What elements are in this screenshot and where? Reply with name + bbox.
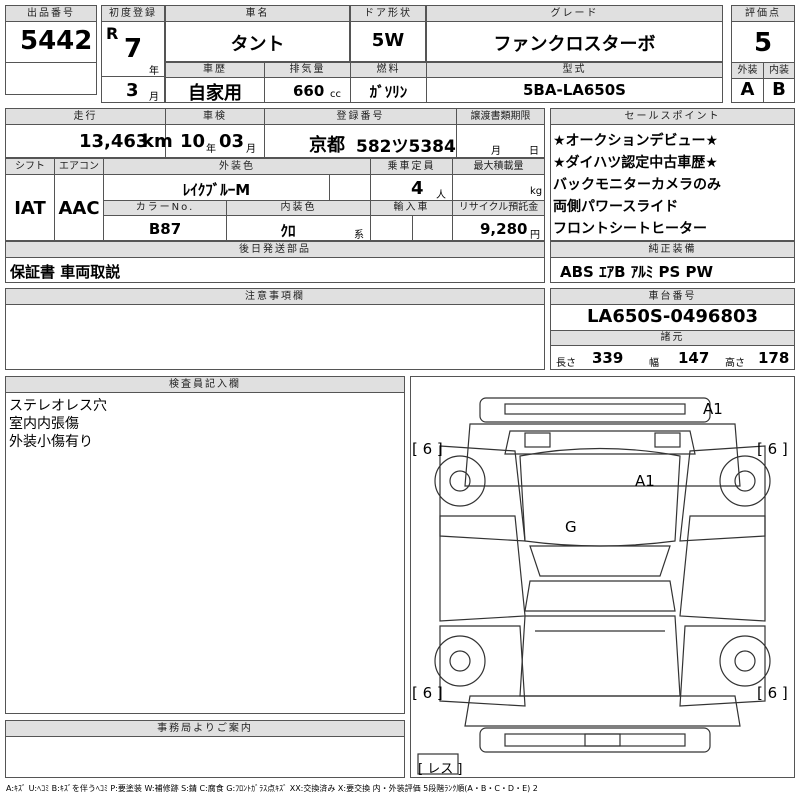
- year-unit: 年: [149, 66, 159, 77]
- tire-front-right: [ 6 ]: [757, 684, 788, 702]
- fuel: ｶﾞｿﾘﾝ: [369, 83, 408, 101]
- plate-number: 582ツ5384: [356, 137, 456, 157]
- shift-header: シフト: [6, 159, 54, 174]
- mileage-header: 走行: [6, 109, 165, 124]
- aircon-value: AAC: [58, 198, 100, 219]
- capacity-value: 4: [411, 178, 424, 199]
- car-history-header: 車歴: [166, 63, 264, 77]
- legend: A:ｷｽﾞ U:ﾍｺﾐ B:ｷｽﾞを伴うﾍｺﾐ P:要塗装 W:補修跡 S:錆 …: [6, 784, 538, 793]
- color-no-header: カラーNo.: [104, 201, 226, 215]
- chassis-header: 車台番号: [551, 289, 794, 304]
- int-color-unit: 系: [354, 230, 364, 241]
- height-value: 178: [758, 349, 790, 367]
- spare-tire-label: [ レス ]: [418, 762, 463, 777]
- sales-point-4: 両側パワースライド: [553, 199, 679, 215]
- model-header: 型式: [427, 63, 722, 77]
- recycle-header: リサイクル預託金: [453, 201, 544, 215]
- grade-header: グレード: [427, 6, 722, 21]
- capacity-header: 乗車定員: [371, 159, 452, 174]
- sales-point-5: フロントシートヒーター: [553, 221, 707, 237]
- chassis-number: LA650S-0496803: [586, 306, 759, 327]
- transfer-day-unit: 日: [529, 146, 539, 157]
- sales-point-3: バックモニターカメラのみ: [553, 177, 721, 193]
- interior-score: B: [772, 79, 786, 100]
- int-color-header: 内装色: [227, 201, 370, 215]
- inspection-year-unit: 年: [206, 144, 216, 155]
- inspector-note-3: 外装小傷有り: [9, 434, 93, 450]
- tire-rear-right: [ 6 ]: [757, 440, 788, 458]
- first-registration-month: 3: [126, 80, 139, 101]
- inspection-month-unit: 月: [246, 144, 256, 155]
- era-label: R: [106, 24, 119, 43]
- damage-mark-glass: G: [565, 518, 577, 536]
- later-items-value: 保証書 車両取説: [10, 263, 121, 281]
- height-label: 高さ: [725, 358, 745, 369]
- inspection-month: 03: [219, 131, 245, 152]
- first-registration-header: 初度登録: [102, 6, 164, 21]
- car-outline: [417, 397, 771, 775]
- lot-number: 5442: [20, 26, 93, 56]
- aircon-header: エアコン: [55, 159, 103, 174]
- int-color-value: ｸﾛ: [280, 222, 296, 240]
- inspection-header: 車検: [166, 109, 264, 124]
- inspector-header: 検査員記入欄: [6, 377, 404, 392]
- std-equipment-value: ABS ｴｱB ｱﾙﾐ PS PW: [560, 263, 714, 281]
- grade: ファンクロスターボ: [493, 34, 656, 55]
- tire-rear-left: [ 6 ]: [412, 440, 443, 458]
- car-name-header: 車名: [166, 6, 349, 21]
- tire-front-left: [ 6 ]: [412, 684, 443, 702]
- std-equipment-header: 純正装備: [551, 242, 794, 257]
- transfer-deadline-header: 譲渡書類期限: [457, 109, 544, 124]
- plate-header: 登録番号: [265, 109, 456, 124]
- width-value: 147: [678, 349, 710, 367]
- inspector-note-1: ステレオレス穴: [9, 398, 107, 414]
- mileage-unit: km: [142, 131, 173, 152]
- sales-points-header: セールスポイント: [551, 109, 794, 124]
- displacement-header: 排気量: [265, 63, 350, 77]
- mileage-value: 13,463: [79, 131, 149, 152]
- month-unit: 月: [149, 92, 159, 103]
- door-header: ドア形状: [351, 6, 425, 21]
- interior-header: 内装: [764, 63, 794, 78]
- displacement: 660: [293, 82, 325, 100]
- sales-point-2: ★ダイハツ認定中古車歴★: [553, 155, 718, 171]
- model-code: 5BA-LA650S: [523, 81, 626, 99]
- sales-point-1: ★オークションデビュー★: [553, 133, 719, 149]
- width-label: 幅: [649, 358, 659, 369]
- shift-value: IAT: [14, 198, 46, 219]
- transfer-month-unit: 月: [491, 146, 501, 157]
- length-value: 339: [592, 349, 624, 367]
- exterior-score: A: [740, 79, 755, 100]
- max-load-unit: kg: [530, 186, 543, 197]
- length-label: 長さ: [556, 358, 576, 369]
- max-load-header: 最大積載量: [453, 159, 544, 174]
- first-registration-year: 7: [124, 34, 143, 64]
- inspection-year: 10: [180, 131, 206, 152]
- score-header: 評価点: [732, 6, 794, 21]
- fuel-header: 燃料: [351, 63, 426, 77]
- inspector-note-2: 室内内張傷: [9, 416, 79, 432]
- overall-score: 5: [753, 28, 773, 58]
- ext-color-header: 外装色: [104, 159, 370, 174]
- car-history: 自家用: [188, 83, 242, 104]
- color-no-value: B87: [148, 220, 182, 238]
- recycle-unit: 円: [530, 230, 540, 241]
- door-type: 5W: [371, 30, 405, 51]
- lot-number-header: 出品番号: [6, 6, 96, 21]
- displacement-unit: cc: [330, 89, 341, 100]
- ext-color-value: ﾚｲｸﾌﾞﾙｰM: [182, 181, 251, 199]
- car-name: タント: [230, 34, 285, 55]
- import-header: 輸入車: [371, 201, 452, 215]
- damage-mark-rear: A1: [703, 400, 723, 418]
- notes-header: 注意事項欄: [6, 289, 544, 304]
- later-items-header: 後日発送部品: [6, 242, 544, 257]
- damage-mark-roof: A1: [635, 472, 655, 490]
- recycle-value: 9,280: [480, 220, 528, 238]
- exterior-header: 外装: [732, 63, 763, 78]
- capacity-unit: 人: [436, 190, 446, 201]
- office-header: 事務局よりご案内: [6, 721, 404, 736]
- plate-region: 京都: [309, 135, 345, 156]
- dimensions-header: 諸元: [551, 331, 794, 345]
